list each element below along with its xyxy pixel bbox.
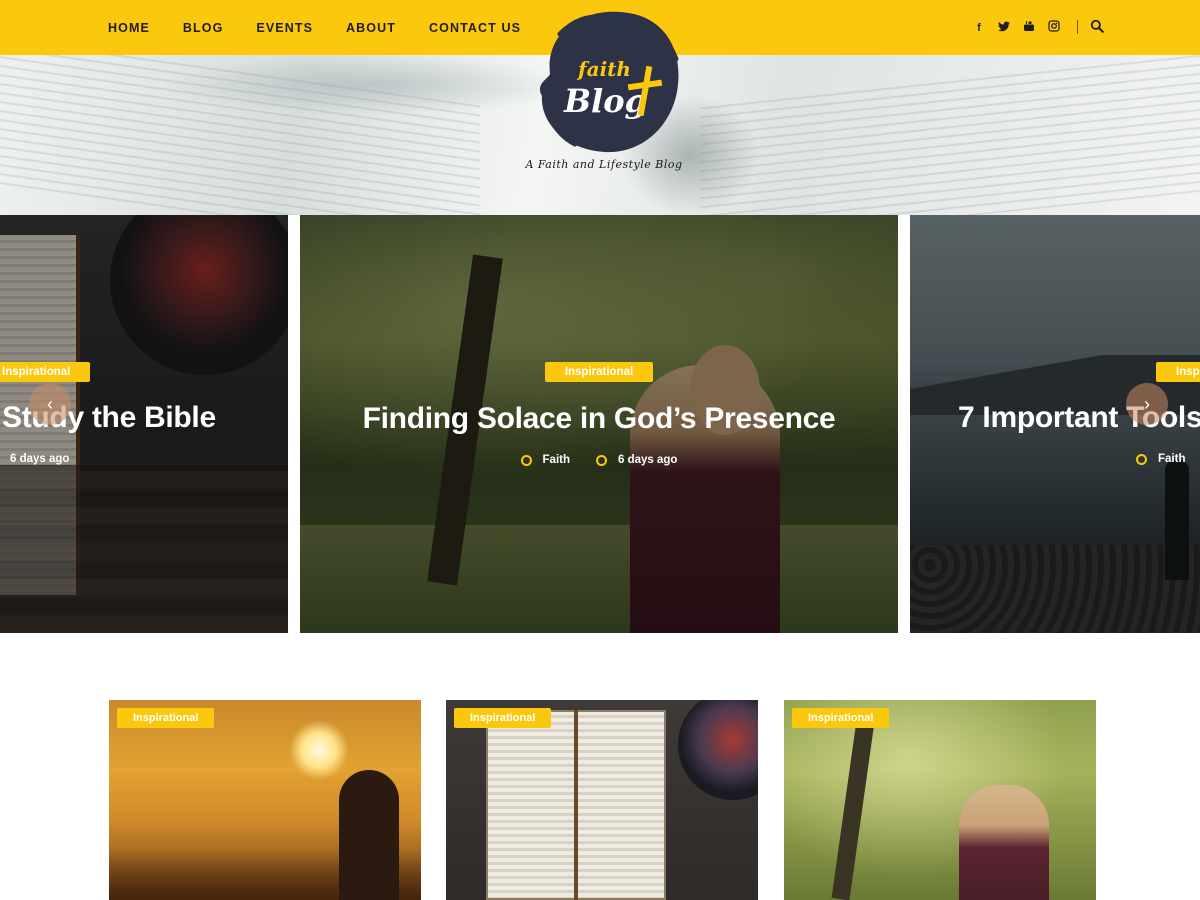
twitter-icon[interactable] [998,21,1010,35]
nav-home[interactable]: HOME [108,21,150,35]
slider-prev-button[interactable]: ‹ [29,383,71,425]
slide-date: 6 days ago [618,454,678,466]
chevron-left-icon: ‹ [47,393,53,414]
search-icon[interactable] [1090,19,1106,35]
facebook-icon[interactable]: f [973,22,985,34]
card-category-tag[interactable]: Inspirational [117,708,215,728]
social-divider [1077,20,1078,34]
card-category-tag[interactable]: Inspirational [792,708,890,728]
clock-icon [596,454,608,466]
instagram-icon[interactable] [1048,20,1060,35]
slide-7-important-tools[interactable]: Inspirational 7 Important Tools Faith [910,215,1200,633]
youtube-icon[interactable] [1023,20,1035,35]
slide-author[interactable]: Faith [1158,453,1185,465]
nav-blog[interactable]: BLOG [183,21,224,35]
site-tagline: A Faith and Lifestyle Blog [525,158,683,171]
main-nav: HOME BLOG EVENTS ABOUT CONTACT US [108,0,521,55]
slide-title[interactable]: Finding Solace in God’s Presence [300,402,898,436]
post-card[interactable]: Inspirational [446,700,758,900]
chevron-right-icon: › [1144,393,1150,414]
slide-category-tag[interactable]: Inspirational [544,362,654,382]
site-logo[interactable]: faith Blog [520,4,690,184]
user-icon [1136,453,1147,465]
user-icon [520,454,532,466]
slider-next-button[interactable]: › [1126,383,1168,425]
social-links: f [973,0,1060,55]
slide-category-tag[interactable]: Inspirational [0,362,91,382]
nav-events[interactable]: EVENTS [256,21,313,35]
slide-author[interactable]: Faith [543,454,570,466]
featured-slider: Inspirational Study the Bible 6 days ago… [0,215,1200,633]
logo-faith-text: faith [576,57,631,81]
nav-contact-us[interactable]: CONTACT US [429,21,521,35]
slide-finding-solace[interactable]: Inspirational Finding Solace in God’s Pr… [300,215,898,633]
post-card[interactable]: Inspirational [109,700,421,900]
nav-about[interactable]: ABOUT [346,21,396,35]
card-category-tag[interactable]: Inspirational [454,708,552,728]
post-card[interactable]: Inspirational [784,700,1096,900]
slide-category-tag[interactable]: Inspirational [1156,362,1200,382]
slide-date: 6 days ago [10,453,70,465]
